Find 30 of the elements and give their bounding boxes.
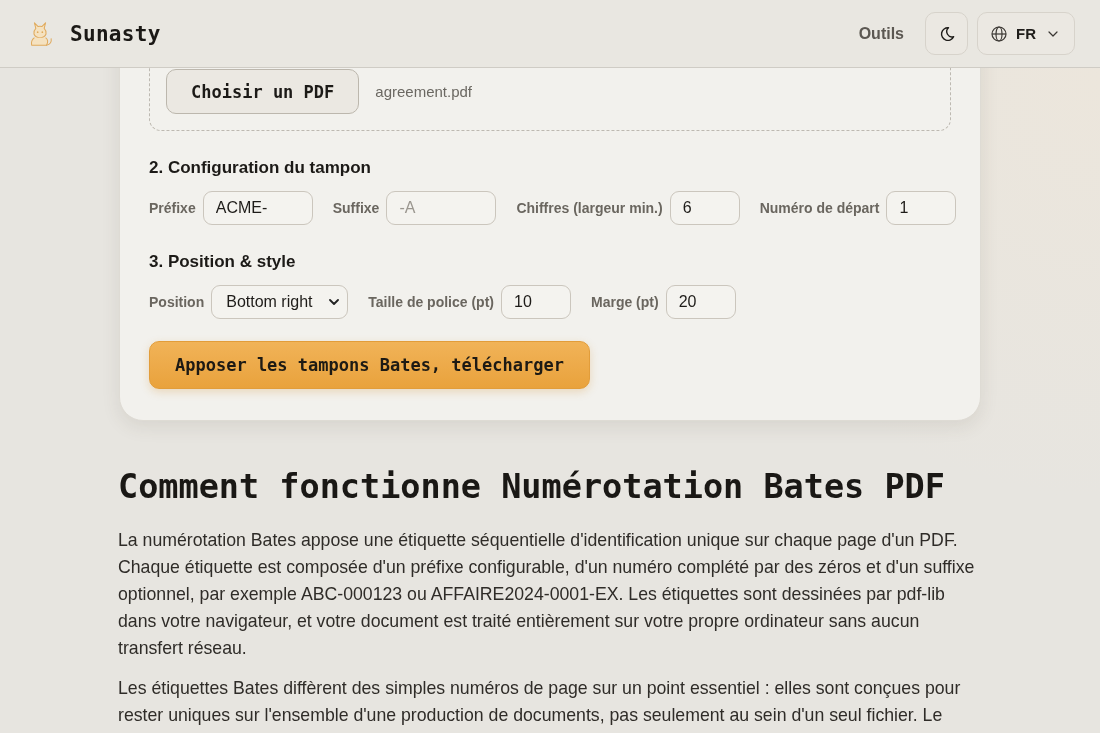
field-label: Chiffres (largeur min.) (516, 200, 663, 216)
input-field[interactable]: 20 (665, 285, 736, 319)
nav-link[interactable]: Outils (858, 24, 904, 43)
globe-icon (991, 25, 1007, 42)
section-heading: 2. Configuration du tampon (149, 157, 372, 179)
field-label: Position (149, 294, 205, 310)
article-heading: Comment fonctionne Numérotation Bates PDF (118, 466, 946, 508)
section-heading: 3. Position & style (149, 251, 297, 273)
field-label: Marge (pt) (591, 294, 659, 310)
language-button[interactable]: FR (977, 12, 1075, 55)
field-label: Préfixe (149, 200, 196, 216)
input-field[interactable]: ACME- (202, 191, 313, 225)
theme-toggle-button[interactable] (925, 12, 968, 55)
moon-icon (938, 25, 955, 42)
input-field[interactable]: 1 (886, 191, 957, 225)
paragraph: La numérotation Bates appose une étiquette séquentielle d'identification unique sur chaque page d'un PDF. Chaque étiquette est composée d'un préfixe configurable, d'un numéro complété par des zéros et d'un suffixe optionnel, par exemple ABC-000123 ou AFFAIRE2024-0001-EX. Les étiquettes sont dessinées par pdf-lib dans votre navigateur, et votre document est traité entièrement sur votre propre ordinateur sans aucun transfert réseau. (118, 529, 976, 660)
input-field[interactable]: 6 (669, 191, 740, 225)
choose-file-button[interactable]: Choisir un PDF (166, 69, 360, 114)
caret-icon (329, 299, 340, 305)
input-field[interactable]: -A (386, 191, 497, 225)
chevron-icon (1048, 30, 1058, 37)
select-field[interactable]: Bottom right (211, 285, 349, 319)
field-label: Suffixe (332, 200, 380, 216)
field-label: Taille de police (pt) (368, 294, 494, 310)
file-name: agreement.pdf (375, 83, 473, 100)
brand-link[interactable]: Sunasty (70, 21, 161, 46)
field-label: Numéro de départ (759, 200, 880, 216)
paragraph: Les étiquettes Bates diffèrent des simples numéros de page sur un point essentiel : elles sont conçues pour rester uniques sur l'ensemble d'une production de documents, pas seulement au sein d'un seul fichier. Le (118, 677, 962, 727)
input-field[interactable]: 10 (501, 285, 571, 319)
apply-stamps-button[interactable]: Apposer les tampons Bates, télécharger (149, 341, 590, 389)
